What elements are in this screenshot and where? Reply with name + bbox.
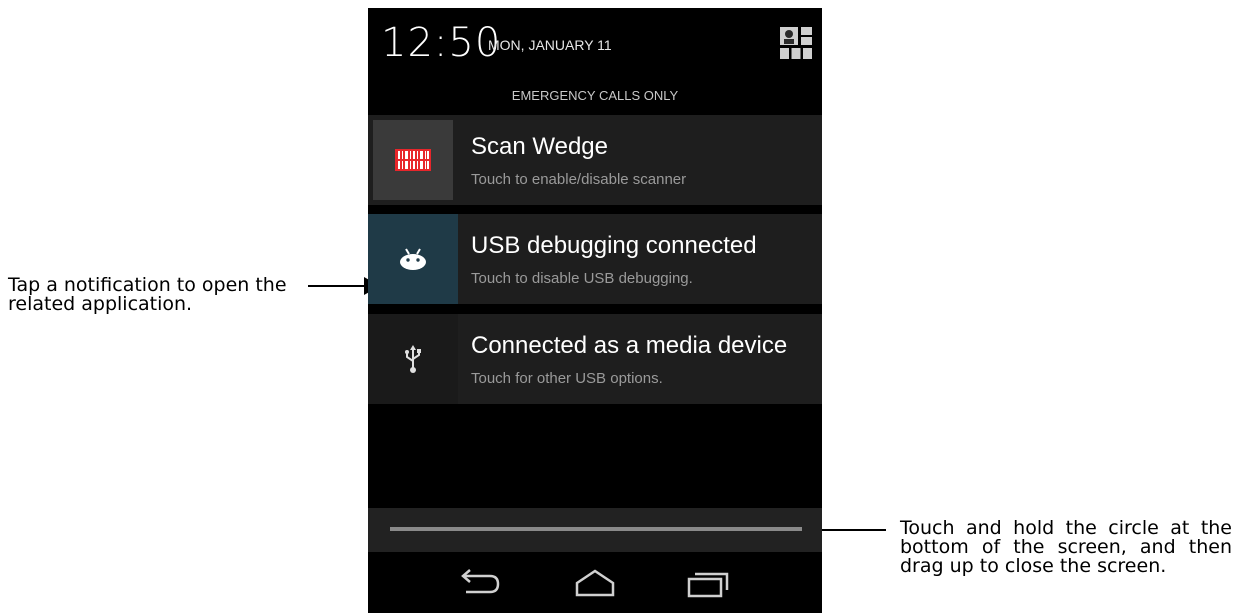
- drag-handle[interactable]: [390, 527, 802, 531]
- barcode-icon: [395, 149, 431, 171]
- notification-title: Scan Wedge: [471, 133, 608, 160]
- android-icon: [400, 248, 426, 270]
- carrier-status: EMERGENCY CALLS ONLY: [511, 88, 679, 103]
- home-icon: [575, 569, 615, 597]
- recents-button[interactable]: [678, 564, 738, 602]
- clock: 12:50: [381, 20, 502, 66]
- status-header: 12:50 MON, JANUARY 11 EMERGENCY CALLS ON…: [368, 8, 822, 114]
- back-button[interactable]: [450, 564, 510, 602]
- home-button[interactable]: [565, 564, 625, 602]
- navigation-bar: [368, 552, 822, 613]
- notification-media-device[interactable]: Connected as a media device Touch for ot…: [368, 314, 822, 404]
- callout-drag-handle: Touch and hold the circle at the bottom …: [900, 517, 1232, 577]
- recents-icon: [687, 572, 729, 598]
- callout-left-arrow-line: [308, 285, 366, 287]
- usb-icon-container: [368, 314, 458, 404]
- usb-icon: [405, 345, 421, 373]
- callout-right-arrow-line: [822, 529, 886, 531]
- drag-handle-area[interactable]: [368, 508, 822, 552]
- callout-tap-notification: Tap a notification to open the related a…: [8, 274, 287, 315]
- notification-shade: 12:50 MON, JANUARY 11 EMERGENCY CALLS ON…: [368, 8, 822, 613]
- quick-settings-icon[interactable]: [779, 26, 813, 60]
- notification-title: Connected as a media device: [471, 332, 788, 359]
- notification-subtitle: Touch to enable/disable scanner: [471, 171, 687, 188]
- android-icon-container: [368, 214, 458, 304]
- notification-subtitle: Touch for other USB options.: [471, 370, 663, 387]
- notification-scan-wedge[interactable]: Scan Wedge Touch to enable/disable scann…: [368, 115, 822, 205]
- notification-title: USB debugging connected: [471, 232, 757, 259]
- notification-subtitle: Touch to disable USB debugging.: [471, 270, 693, 287]
- scan-icon-container: [373, 120, 453, 200]
- back-icon: [461, 569, 500, 594]
- date: MON, JANUARY 11: [488, 37, 612, 53]
- notification-usb-debugging[interactable]: USB debugging connected Touch to disable…: [368, 214, 822, 304]
